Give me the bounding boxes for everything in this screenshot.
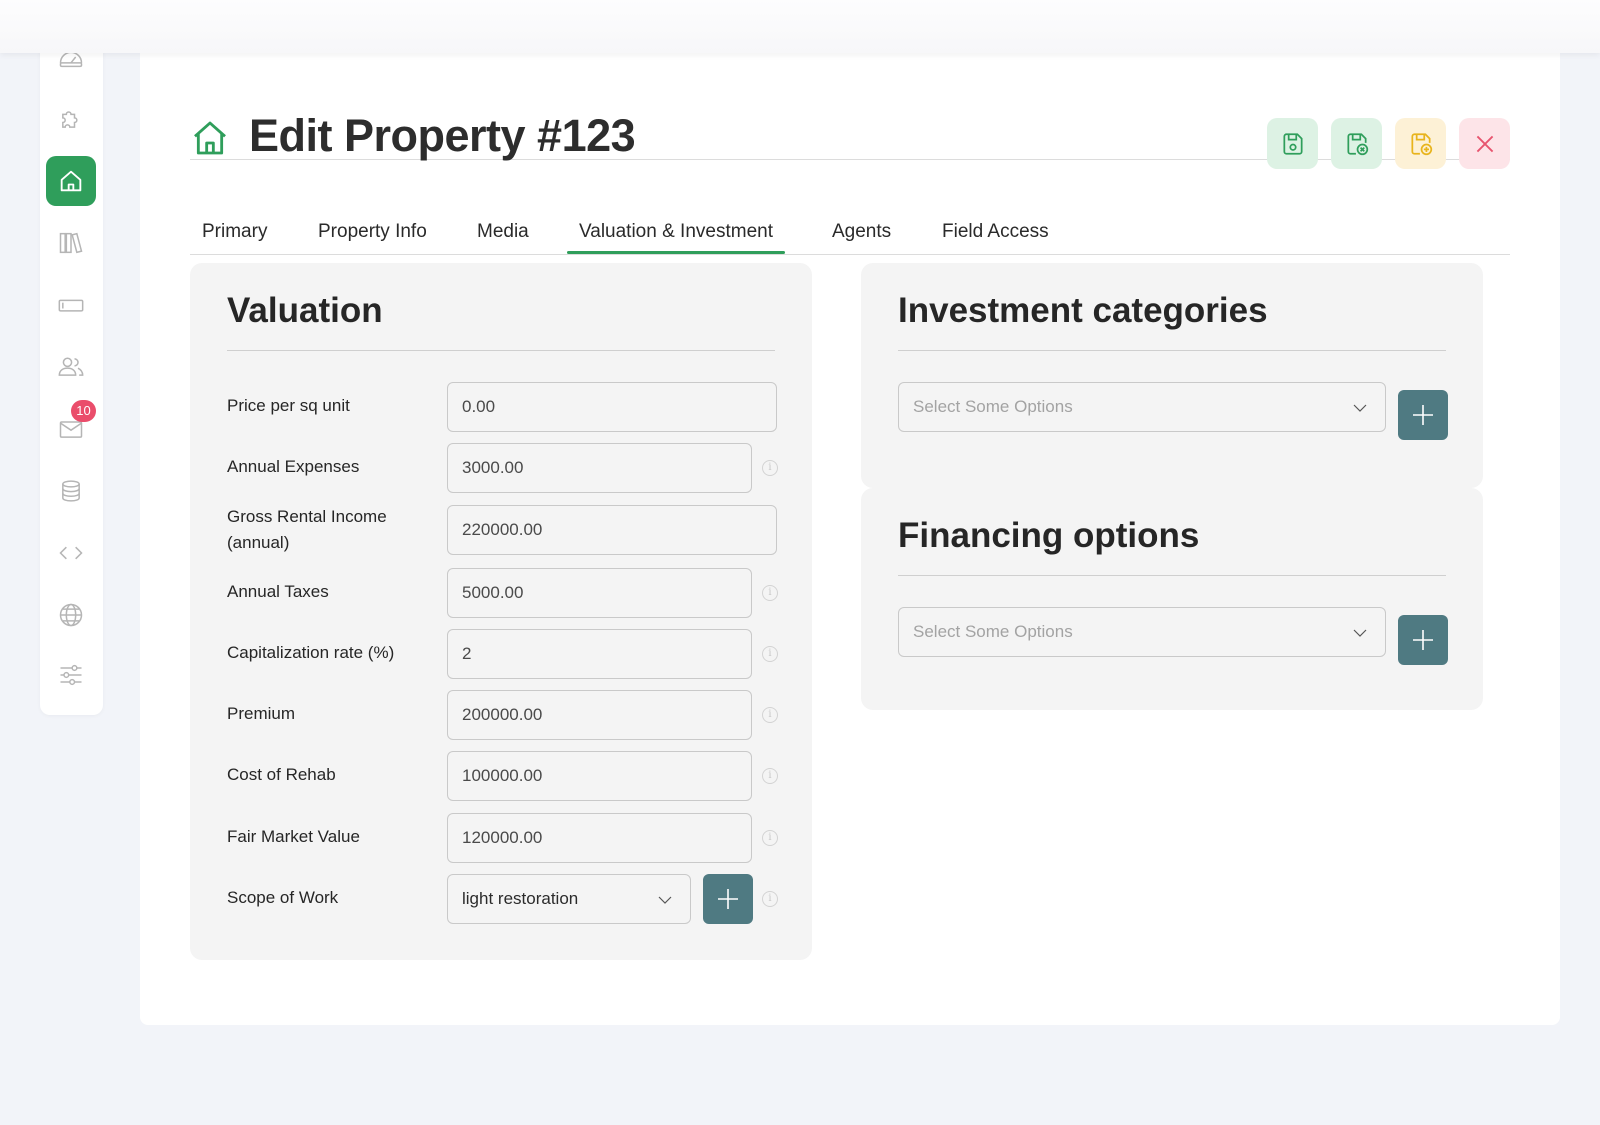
sliders-icon — [60, 664, 82, 686]
price-per-sq-unit-input[interactable] — [447, 382, 777, 432]
page-title: Edit Property #123 — [249, 110, 636, 161]
close-button[interactable] — [1459, 118, 1510, 169]
premium-input[interactable] — [447, 690, 752, 740]
code-icon — [59, 546, 83, 560]
chevron-down-icon — [1353, 629, 1367, 637]
fair-market-value-label: Fair Market Value — [227, 827, 360, 846]
info-icon[interactable]: i — [762, 460, 778, 476]
main-panel: Edit Property #123 Primary Property Info… — [140, 30, 1560, 1025]
fair-market-value-input[interactable] — [447, 813, 752, 863]
capitalization-rate-input[interactable] — [447, 629, 752, 679]
divider — [227, 350, 775, 351]
sidebar-item-users[interactable] — [46, 342, 96, 392]
financing-options-placeholder: Select Some Options — [913, 622, 1073, 641]
price-per-sq-unit-label: Price per sq unit — [227, 396, 350, 415]
sidebar-item-properties[interactable] — [46, 156, 96, 206]
financing-options-title: Financing options — [898, 516, 1200, 555]
info-icon[interactable]: i — [762, 585, 778, 601]
mail-count-badge: 10 — [71, 400, 96, 422]
header-actions — [1267, 118, 1510, 169]
investment-categories-card: Investment categories Select Some Option… — [861, 263, 1483, 488]
tab-valuation-investment[interactable]: Valuation & Investment — [567, 221, 785, 254]
investment-categories-title: Investment categories — [898, 291, 1268, 330]
save-icon — [1282, 132, 1303, 155]
page-header: Edit Property #123 — [190, 70, 1510, 169]
sidebar-item-library[interactable] — [46, 218, 96, 268]
sidebar-item-globe[interactable] — [46, 590, 96, 640]
info-icon[interactable]: i — [762, 830, 778, 846]
tab-media[interactable]: Media — [465, 221, 541, 254]
info-icon[interactable]: i — [762, 891, 778, 907]
investment-categories-select[interactable]: Select Some Options — [898, 382, 1386, 432]
tab-property-info[interactable]: Property Info — [306, 221, 439, 254]
puzzle-icon — [62, 111, 78, 128]
tab-bar: Primary Property Info Media Valuation & … — [190, 215, 1510, 255]
plus-icon — [1413, 630, 1433, 650]
sidebar-item-cards[interactable] — [46, 280, 96, 330]
home-icon — [194, 121, 226, 155]
add-scope-of-work-button[interactable] — [703, 874, 753, 924]
capitalization-rate-label: Capitalization rate (%) — [227, 643, 395, 662]
gross-rental-income-label: Gross Rental Income (annual) — [227, 507, 387, 552]
sidebar-item-mail[interactable]: 10 — [46, 400, 96, 454]
save-and-new-button[interactable] — [1395, 118, 1446, 169]
sidebar-item-extensions[interactable] — [46, 94, 96, 144]
tab-agents[interactable]: Agents — [820, 221, 903, 254]
scope-of-work-select[interactable]: light restoration — [447, 874, 691, 924]
close-icon — [1476, 135, 1493, 152]
add-financing-option-button[interactable] — [1398, 615, 1448, 665]
sidebar-item-settings[interactable] — [46, 650, 96, 700]
info-icon[interactable]: i — [762, 646, 778, 662]
annual-expenses-label: Annual Expenses — [227, 457, 360, 476]
gross-rental-income-input[interactable] — [447, 505, 777, 555]
save-close-icon — [1346, 132, 1368, 155]
chevron-down-icon — [658, 896, 672, 904]
save-new-icon — [1410, 132, 1432, 155]
valuation-card: Valuation Price per sq unit Annual Expen… — [190, 263, 812, 960]
save-and-close-button[interactable] — [1331, 118, 1382, 169]
scope-of-work-value: light restoration — [462, 889, 579, 908]
database-icon — [62, 480, 80, 502]
globe-icon — [59, 603, 83, 627]
divider — [898, 575, 1446, 576]
info-icon[interactable]: i — [762, 707, 778, 723]
annual-taxes-label: Annual Taxes — [227, 582, 329, 601]
annual-taxes-input[interactable] — [447, 568, 752, 618]
divider — [898, 350, 1446, 351]
card-icon — [58, 299, 84, 312]
cost-of-rehab-label: Cost of Rehab — [227, 765, 336, 784]
sidebar-item-code[interactable] — [46, 528, 96, 578]
save-button[interactable] — [1267, 118, 1318, 169]
tab-field-access[interactable]: Field Access — [930, 221, 1061, 254]
library-icon — [59, 232, 83, 254]
premium-label: Premium — [227, 704, 296, 723]
users-icon — [58, 357, 84, 376]
investment-categories-placeholder: Select Some Options — [913, 397, 1073, 416]
cost-of-rehab-input[interactable] — [447, 751, 752, 801]
sidebar-item-database[interactable] — [46, 466, 96, 516]
plus-icon — [718, 889, 738, 909]
financing-options-card: Financing options Select Some Options — [861, 488, 1483, 710]
financing-options-select[interactable]: Select Some Options — [898, 607, 1386, 657]
add-investment-category-button[interactable] — [1398, 390, 1448, 440]
info-icon[interactable]: i — [762, 768, 778, 784]
chevron-down-icon — [1353, 404, 1367, 412]
scope-of-work-label: Scope of Work — [227, 888, 339, 907]
valuation-title: Valuation — [227, 291, 383, 330]
annual-expenses-input[interactable] — [447, 443, 752, 493]
top-bar — [0, 0, 1600, 53]
tab-primary[interactable]: Primary — [190, 221, 279, 254]
home-icon — [60, 170, 82, 192]
sidebar: 10 — [40, 20, 103, 715]
plus-icon — [1413, 405, 1433, 425]
